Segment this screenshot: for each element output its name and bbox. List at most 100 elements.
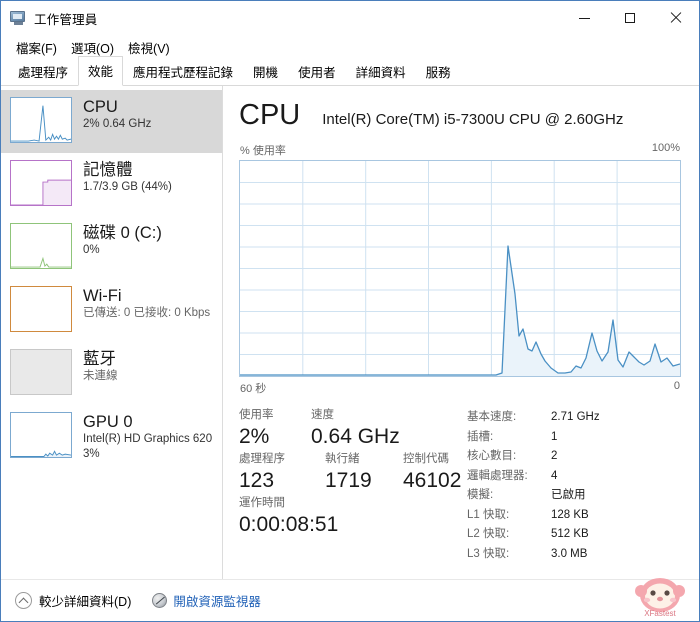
- window-title: 工作管理員: [34, 12, 98, 27]
- sidebar-item-sub: 2% 0.64 GHz: [83, 118, 152, 130]
- detail-value: 1: [551, 430, 558, 443]
- stat-label: 速度: [311, 409, 334, 421]
- sidebar-wifi-text: Wi-Fi 已傳送: 0 已接收: 0 Kbps: [83, 286, 222, 321]
- sidebar-disk-text: 磁碟 0 (C:) 0%: [83, 223, 222, 258]
- sidebar-item-wifi[interactable]: Wi-Fi 已傳送: 0 已接收: 0 Kbps: [1, 279, 222, 342]
- stat-uptime: 運作時間 0:00:08:51: [239, 495, 338, 539]
- detail-l1-cache: L1 快取: 128 KB: [467, 506, 681, 526]
- detail-l2-cache: L2 快取: 512 KB: [467, 525, 681, 545]
- stat-value: 0:00:08:51: [239, 513, 339, 536]
- performance-panel: CPU Intel(R) Core(TM) i5-7300U CPU @ 2.6…: [223, 86, 699, 579]
- panel-header: CPU Intel(R) Core(TM) i5-7300U CPU @ 2.6…: [239, 98, 681, 135]
- chevron-up-icon: [15, 592, 32, 609]
- maximize-button[interactable]: [607, 1, 653, 35]
- graph-x-end: 0: [673, 380, 680, 392]
- graph-y-max: 100%: [651, 142, 680, 154]
- tab-services[interactable]: 服務: [416, 57, 461, 86]
- detail-value: 已啟用: [551, 489, 586, 501]
- fewer-details-button[interactable]: 較少詳細資料(D): [15, 591, 131, 610]
- sidebar-bluetooth-text: 藍牙 未連線: [83, 349, 222, 384]
- stat-label: 控制代碼: [403, 453, 449, 465]
- tab-startup[interactable]: 開機: [243, 57, 288, 86]
- detail-value: 128 KB: [551, 508, 589, 521]
- stats-area: 使用率 2% 速度 0.64 GHz 處理程序 123 執行緒 1719 控制代…: [239, 407, 681, 564]
- graph-x-start: 60 秒: [240, 383, 267, 395]
- sidebar-gpu-text: GPU 0 Intel(R) HD Graphics 620 3%: [83, 412, 222, 462]
- detail-value: 2.71 GHz: [551, 411, 600, 423]
- svg-text:XFastest: XFastest: [644, 609, 676, 618]
- tab-users[interactable]: 使用者: [288, 57, 346, 86]
- stat-threads: 執行緒 1719: [325, 451, 403, 495]
- site-watermark: XFastest: [635, 578, 685, 618]
- minimize-icon: [578, 17, 590, 19]
- sidebar-item-label: GPU 0: [83, 413, 133, 431]
- tab-processes[interactable]: 處理程序: [8, 57, 78, 86]
- stat-label: 處理程序: [239, 453, 285, 465]
- open-resource-monitor-label: 開啟資源監視器: [173, 595, 261, 609]
- detail-value: 512 KB: [551, 528, 589, 540]
- sidebar-item-memory[interactable]: 記憶體 1.7/3.9 GB (44%): [1, 153, 222, 216]
- tab-strip: 處理程序 效能 應用程式歷程記錄 開機 使用者 詳細資料 服務: [1, 56, 699, 86]
- sidebar-item-label: 藍牙: [83, 350, 116, 368]
- cpu-usage-graph[interactable]: [239, 160, 681, 377]
- minimize-button[interactable]: [561, 1, 607, 35]
- sidebar-item-sub: Intel(R) HD Graphics 620: [83, 433, 213, 445]
- tab-details[interactable]: 詳細資料: [346, 57, 416, 86]
- detail-base-speed: 基本速度: 2.71 GHz: [467, 408, 681, 428]
- content-area: CPU 2% 0.64 GHz 記憶體 1.7/3.9 GB (44%) 磁碟 …: [1, 86, 699, 579]
- open-resource-monitor-link[interactable]: 開啟資源監視器: [152, 591, 261, 610]
- stat-value: 0.64 GHz: [311, 425, 400, 448]
- detail-key: L3 快取:: [467, 547, 510, 560]
- detail-value: 2: [551, 450, 558, 462]
- stats-row-3: 運作時間 0:00:08:51: [239, 495, 467, 539]
- sidebar-item-gpu[interactable]: GPU 0 Intel(R) HD Graphics 620 3%: [1, 405, 222, 468]
- sidebar-item-disk[interactable]: 磁碟 0 (C:) 0%: [1, 216, 222, 279]
- stat-label: 運作時間: [239, 497, 285, 509]
- tab-performance[interactable]: 效能: [78, 56, 124, 86]
- stats-right-column: 基本速度: 2.71 GHz 插槽: 1 核心數目: 2 邏輯處理器: 4 模擬…: [467, 407, 681, 564]
- stat-value: 1719: [325, 469, 372, 492]
- page-title: CPU: [239, 99, 301, 131]
- task-manager-icon: [10, 10, 27, 26]
- task-manager-window: 工作管理員 檔案(F) 選項(O) 檢視(V) 處理程序 效能 應用程式歷程記錄…: [0, 0, 700, 622]
- sidebar-item-label: 記憶體: [83, 161, 133, 179]
- detail-key: L2 快取:: [467, 528, 510, 540]
- gpu-mini-graph: [10, 412, 72, 458]
- maximize-icon: [625, 13, 635, 23]
- cpu-model-name: Intel(R) Core(TM) i5-7300U CPU @ 2.60GHz: [322, 111, 624, 128]
- graph-top-axis: % 使用率 100%: [239, 142, 681, 160]
- detail-logical-processors: 邏輯處理器: 4: [467, 467, 681, 487]
- stat-value: 123: [239, 469, 275, 492]
- sidebar-item-cpu[interactable]: CPU 2% 0.64 GHz: [1, 90, 222, 153]
- sidebar-item-sub: 0%: [83, 244, 100, 256]
- sidebar-cpu-text: CPU 2% 0.64 GHz: [83, 97, 222, 132]
- detail-key: L1 快取:: [467, 508, 510, 521]
- sidebar-item-sub2: 3%: [83, 448, 100, 460]
- cpu-mini-graph: [10, 97, 72, 143]
- detail-key: 核心數目:: [467, 450, 517, 462]
- close-icon: [670, 12, 682, 24]
- resource-monitor-icon: [152, 593, 168, 608]
- memory-mini-graph: [10, 160, 72, 206]
- bluetooth-mini-graph: [10, 349, 72, 395]
- stats-left-column: 使用率 2% 速度 0.64 GHz 處理程序 123 執行緒 1719 控制代…: [239, 407, 467, 564]
- stat-speed: 速度 0.64 GHz: [311, 407, 400, 451]
- detail-sockets: 插槽: 1: [467, 428, 681, 448]
- tab-app-history[interactable]: 應用程式歷程記錄: [123, 57, 243, 86]
- sidebar-item-label: CPU: [83, 98, 118, 116]
- sidebar-memory-text: 記憶體 1.7/3.9 GB (44%): [83, 160, 222, 195]
- detail-virtualization: 模擬: 已啟用: [467, 486, 681, 506]
- detail-cores: 核心數目: 2: [467, 447, 681, 467]
- sidebar-item-label: 磁碟 0 (C:): [83, 224, 162, 242]
- close-button[interactable]: [653, 1, 699, 35]
- sidebar-item-bluetooth[interactable]: 藍牙 未連線: [1, 342, 222, 405]
- title-bar: 工作管理員: [1, 1, 699, 35]
- disk-mini-graph: [10, 223, 72, 269]
- stats-row-2: 處理程序 123 執行緒 1719 控制代碼 46102: [239, 451, 467, 495]
- stat-utilization: 使用率 2%: [239, 407, 311, 451]
- sidebar-item-sub: 1.7/3.9 GB (44%): [83, 181, 172, 193]
- stat-label: 執行緒: [325, 453, 360, 465]
- detail-value: 3.0 MB: [551, 547, 588, 560]
- detail-key: 模擬:: [467, 489, 494, 501]
- stat-value: 46102: [403, 469, 462, 492]
